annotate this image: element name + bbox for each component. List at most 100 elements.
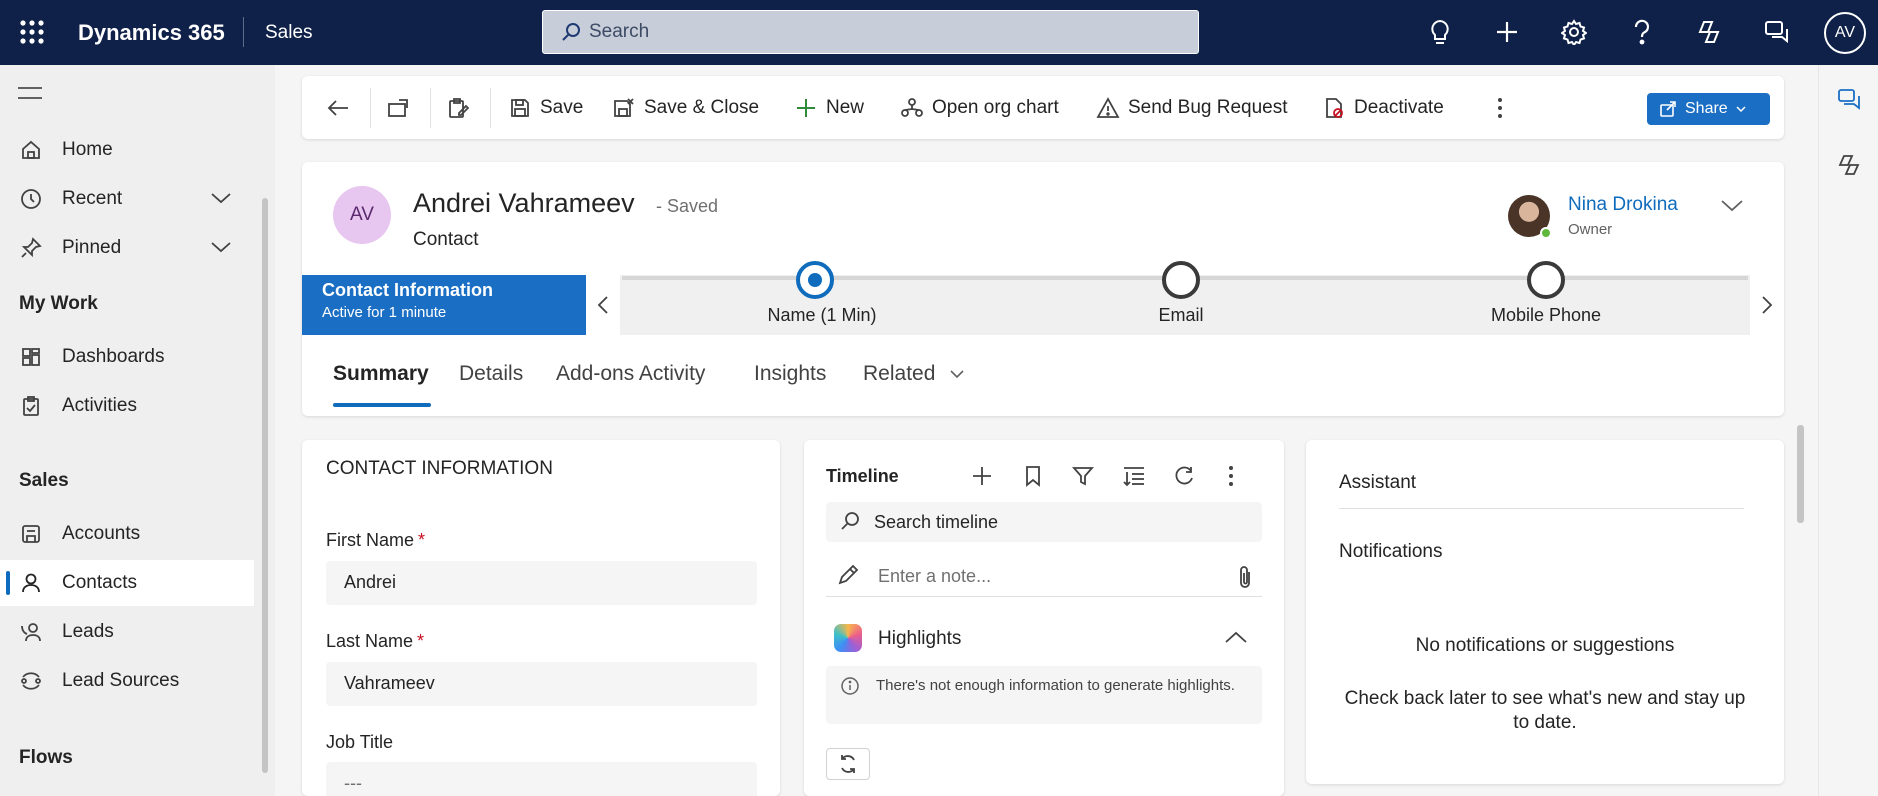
stage-marker-name[interactable]	[796, 261, 834, 299]
pencil-icon	[836, 563, 860, 587]
attachment-icon[interactable]	[1238, 565, 1252, 589]
regenerate-button[interactable]	[826, 748, 870, 780]
stage-marker-email[interactable]	[1162, 261, 1200, 299]
share-label: Share	[1685, 100, 1728, 117]
sidebar-item-pinned[interactable]: Pinned	[0, 225, 254, 271]
area-title[interactable]: Sales	[265, 22, 313, 44]
bookmark-icon[interactable]	[1018, 461, 1048, 491]
sidebar-item-label: Dashboards	[62, 346, 165, 367]
org-chart-icon	[900, 96, 924, 120]
sidebar-item-lead-sources[interactable]: Lead Sources	[0, 658, 254, 704]
save-close-button[interactable]: Save & Close	[612, 88, 759, 128]
sidebar-scrollbar[interactable]	[262, 198, 268, 773]
filter-icon[interactable]	[1068, 461, 1098, 491]
gear-icon[interactable]	[1558, 16, 1590, 48]
highlights-header[interactable]: Highlights	[826, 624, 1262, 654]
chevron-down-icon[interactable]	[210, 238, 232, 256]
new-label: New	[826, 97, 865, 118]
open-new-window-button[interactable]	[386, 88, 418, 128]
bpf-active-stage[interactable]: Contact Information Active for 1 minute	[302, 275, 586, 335]
dashboard-icon	[18, 344, 44, 370]
chat-icon[interactable]	[1835, 85, 1863, 113]
lightbulb-icon[interactable]	[1424, 16, 1456, 48]
new-button[interactable]: New	[794, 88, 864, 128]
deactivate-button[interactable]: Deactivate	[1322, 88, 1444, 128]
chevron-down-icon[interactable]	[210, 189, 232, 207]
chat-icon[interactable]	[1761, 16, 1793, 48]
warning-icon	[1096, 96, 1120, 120]
sources-icon	[18, 668, 44, 694]
owner-label: Owner	[1568, 221, 1613, 238]
sidebar-item-home[interactable]: Home	[0, 127, 254, 173]
section-sales: Sales	[19, 470, 69, 491]
plus-icon[interactable]	[1491, 16, 1523, 48]
right-rail	[1818, 65, 1878, 796]
sidebar-item-contacts[interactable]: Contacts	[0, 560, 254, 606]
sidebar-item-accounts[interactable]: Accounts	[0, 511, 254, 557]
back-button[interactable]	[326, 88, 358, 128]
copilot-icon[interactable]	[1693, 16, 1725, 48]
tab-details[interactable]: Details	[459, 362, 523, 386]
tab-related[interactable]: Related	[863, 362, 965, 386]
bpf-next-button[interactable]	[1750, 275, 1784, 335]
cmd-separator	[370, 88, 371, 128]
chevron-up-icon[interactable]	[1224, 630, 1248, 644]
main-scrollbar[interactable]	[1797, 425, 1804, 523]
deactivate-label: Deactivate	[1354, 97, 1444, 118]
note-input[interactable]: Enter a note...	[826, 557, 1262, 597]
cmd-separator	[490, 88, 491, 128]
chevron-right-icon	[1762, 296, 1773, 314]
sidebar-item-activities[interactable]: Activities	[0, 383, 254, 429]
highlights-message-text: There's not enough information to genera…	[876, 677, 1235, 694]
sort-list-icon[interactable]	[1119, 461, 1149, 491]
presence-badge	[1540, 227, 1552, 239]
section-flows: Flows	[19, 747, 73, 768]
chevron-down-icon	[950, 370, 964, 379]
search-input[interactable]	[589, 19, 1169, 45]
new-window-icon	[386, 96, 410, 120]
stage-label-name[interactable]: Name (1 Min)	[767, 305, 876, 326]
first-name-field[interactable]: Andrei	[326, 561, 757, 605]
sidebar-item-leads[interactable]: Leads	[0, 609, 254, 655]
send-bug-button[interactable]: Send Bug Request	[1096, 88, 1288, 128]
refresh-icon[interactable]	[1169, 461, 1199, 491]
save-status: - Saved	[656, 196, 719, 216]
open-org-chart-button[interactable]: Open org chart	[900, 88, 1059, 128]
sidebar-item-recent[interactable]: Recent	[0, 176, 254, 222]
hamburger-icon[interactable]	[18, 85, 42, 101]
save-button[interactable]: Save	[508, 88, 583, 128]
more-vertical-icon[interactable]	[1216, 461, 1246, 491]
user-avatar[interactable]: AV	[1824, 12, 1866, 54]
help-icon[interactable]	[1626, 16, 1658, 48]
empty-state-title: No notifications or suggestions	[1415, 635, 1675, 656]
bpf-prev-button[interactable]	[586, 275, 620, 335]
more-commands-button[interactable]	[1488, 88, 1520, 128]
app-launcher-icon[interactable]	[18, 18, 46, 46]
tab-summary[interactable]: Summary	[333, 362, 429, 386]
stage-label-email[interactable]: Email	[1158, 305, 1203, 326]
copilot-icon[interactable]	[1835, 151, 1863, 179]
process-button[interactable]	[446, 88, 478, 128]
phone-person-icon	[18, 619, 44, 645]
tab-insights[interactable]: Insights	[754, 362, 826, 386]
divider	[1339, 508, 1744, 509]
stage-label-mobile-phone[interactable]: Mobile Phone	[1491, 305, 1601, 326]
job-title-field[interactable]: ---	[326, 762, 757, 796]
sidebar-item-dashboards[interactable]: Dashboards	[0, 334, 254, 380]
timeline-section: Timeline Search timeline Enter a note...…	[804, 440, 1284, 796]
record-avatar: AV	[333, 186, 391, 244]
timeline-search[interactable]: Search timeline	[826, 502, 1262, 542]
expand-header-chevron-icon[interactable]	[1720, 198, 1744, 214]
top-bar: Dynamics 365 Sales AV	[0, 0, 1878, 65]
app-title[interactable]: Dynamics 365	[78, 20, 225, 46]
share-button[interactable]: Share	[1647, 93, 1770, 125]
owner-name-link[interactable]: Nina Drokina	[1568, 194, 1678, 216]
timeline-add-icon[interactable]	[967, 461, 997, 491]
clipboard-icon	[18, 393, 44, 419]
sidebar-item-label: Recent	[62, 188, 123, 209]
global-search[interactable]	[542, 10, 1199, 54]
send-bug-label: Send Bug Request	[1128, 97, 1288, 118]
last-name-field[interactable]: Vahrameev	[326, 662, 757, 706]
tab-add-ons-activity[interactable]: Add-ons Activity	[556, 362, 705, 386]
stage-marker-mobile-phone[interactable]	[1527, 261, 1565, 299]
